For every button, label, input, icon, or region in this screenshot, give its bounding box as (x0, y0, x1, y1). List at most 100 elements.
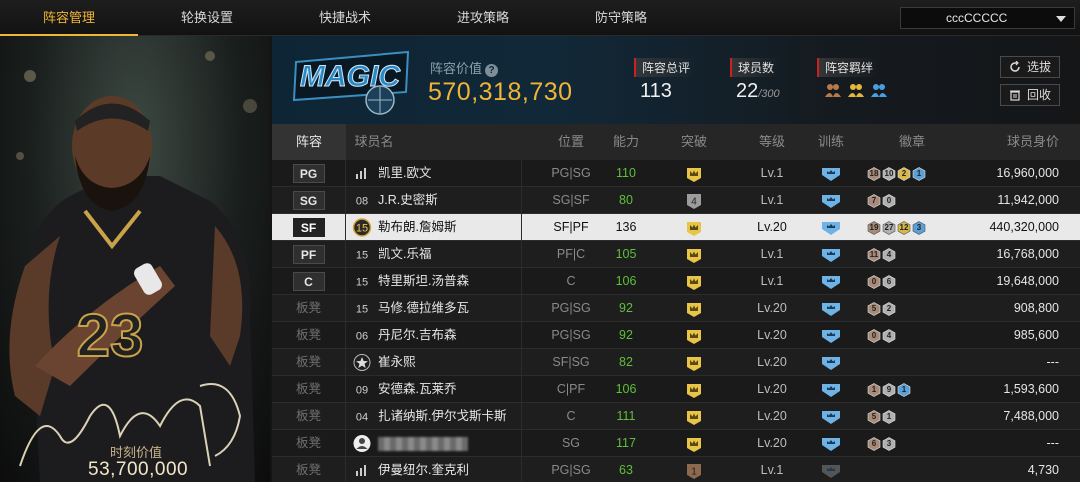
jersey-number: 15 (356, 277, 368, 289)
badges-cell[interactable] (867, 349, 957, 376)
training-cell[interactable] (802, 160, 860, 187)
badges-cell[interactable]: 19 27 12 3 (867, 214, 957, 241)
table-row[interactable]: C 15 特里斯坦.汤普森 C 106 Lv.1 0 6 19,648,000 (272, 268, 1080, 295)
lineup-slot[interactable]: PF (272, 241, 346, 268)
table-row[interactable]: PF 15 凯文.乐福 PF|C 105 Lv.1 11 4 16,768,000 (272, 241, 1080, 268)
bond-gold-icon[interactable] (847, 82, 865, 98)
help-icon[interactable]: ? (485, 64, 499, 77)
lineup-slot[interactable]: C (272, 268, 346, 295)
lineup-slot[interactable]: 板凳 (272, 322, 346, 349)
player-name[interactable]: J.R.史密斯 (378, 187, 522, 214)
bond-blue-icon[interactable] (870, 82, 888, 98)
badges-cell[interactable]: 11 4 (867, 241, 957, 268)
player-name[interactable]: 勒布朗.詹姆斯 (378, 214, 522, 241)
lineup-slot[interactable]: SG (272, 187, 346, 214)
account-select[interactable]: cccCCCCC (900, 7, 1075, 29)
training-cell[interactable] (802, 376, 860, 403)
table-row[interactable]: 板凳 09 安德森.瓦莱乔 C|PF 106 Lv.20 1 9 1 1,593,600 (272, 376, 1080, 403)
breakthrough-cell[interactable]: 1 (660, 457, 728, 482)
chevron-down-icon (1056, 16, 1066, 22)
lineup-slot[interactable]: 板凳 (272, 349, 346, 376)
lineup-slot[interactable]: 板凳 (272, 430, 346, 457)
breakthrough-cell[interactable] (660, 241, 728, 268)
breakthrough-level-icon: 1 (687, 463, 701, 479)
training-cell[interactable] (802, 430, 860, 457)
breakthrough-cell[interactable] (660, 160, 728, 187)
badges-cell[interactable]: 191 (867, 376, 957, 403)
player-name[interactable]: 丹尼尔.吉布森 (378, 322, 522, 349)
training-cell[interactable] (802, 457, 860, 482)
training-cell[interactable] (802, 241, 860, 268)
featured-player-card[interactable]: 23 时刻价值 53,700,000 (0, 36, 270, 482)
table-header: 阵容 球员名 位置 能力 突破 等级 训练 徽章 球员身价 (272, 124, 1080, 160)
lineup-slot[interactable]: 板凳 (272, 376, 346, 403)
lineup-slot[interactable]: SF (272, 214, 346, 241)
player-name[interactable]: 崔永熙 (378, 349, 522, 376)
col-breakthrough[interactable]: 突破 (660, 124, 728, 160)
player-name[interactable]: 凯文.乐福 (378, 241, 522, 268)
breakthrough-cell[interactable] (660, 268, 728, 295)
crown-icon (687, 221, 701, 236)
training-cell[interactable] (802, 214, 860, 241)
player-name[interactable]: 特里斯坦.汤普森 (378, 268, 522, 295)
tab-rotation[interactable]: 轮换设置 (138, 0, 276, 36)
col-training[interactable]: 训练 (802, 124, 860, 160)
breakthrough-cell[interactable] (660, 214, 728, 241)
player-name[interactable] (378, 430, 522, 457)
table-row[interactable]: PG 凯里.欧文 PG|SG 110 Lv.1 18 10 2 1 16,960,000 (272, 160, 1080, 187)
lineup-slot[interactable]: 板凳 (272, 295, 346, 322)
lineup-slot[interactable]: 板凳 (272, 403, 346, 430)
lineup-slot[interactable]: 板凳 (272, 457, 346, 482)
breakthrough-cell[interactable] (660, 430, 728, 457)
player-name[interactable]: 凯里.欧文 (378, 160, 522, 187)
col-price[interactable]: 球员身价 (972, 124, 1059, 160)
lineup-slot[interactable]: PG (272, 160, 346, 187)
table-row[interactable]: 板凳 15 马修.德拉维多瓦 PG|SG 92 Lv.20 5 2 908,800 (272, 295, 1080, 322)
tab-defense[interactable]: 防守策略 (552, 0, 690, 36)
breakthrough-cell[interactable] (660, 403, 728, 430)
table-row[interactable]: 板凳 04 扎诸纳斯.伊尔戈斯卡斯 C 111 Lv.20 5 1 7,488,000 (272, 403, 1080, 430)
training-cell[interactable] (802, 268, 860, 295)
badge-hex-icon: 9 (882, 382, 896, 397)
breakthrough-cell[interactable] (660, 322, 728, 349)
col-lineup[interactable]: 阵容 (272, 124, 346, 160)
tab-quick-tactics[interactable]: 快捷战术 (276, 0, 414, 36)
select-button[interactable]: 选拔 (1000, 56, 1060, 78)
player-price: 908,800 (1013, 301, 1059, 315)
player-name[interactable]: 伊曼纽尔.奎克利 (378, 457, 522, 482)
col-badges[interactable]: 徽章 (867, 124, 957, 160)
badges-cell[interactable]: 04 (867, 322, 957, 349)
badges-cell[interactable]: 18 10 2 1 (867, 160, 957, 187)
badge-hex-icon: 12 (897, 220, 911, 235)
player-name[interactable]: 安德森.瓦莱乔 (378, 376, 522, 403)
badges-cell[interactable]: 52 (867, 295, 957, 322)
breakthrough-cell[interactable] (660, 349, 728, 376)
training-cell[interactable] (802, 295, 860, 322)
badges-cell[interactable]: 06 (867, 268, 957, 295)
badges-cell[interactable]: 70 (867, 187, 957, 214)
player-name[interactable]: 扎诸纳斯.伊尔戈斯卡斯 (378, 403, 522, 430)
table-row[interactable]: SG 08 J.R.史密斯 SG|SF 80 4 Lv.1 7 0 11,942,000 (272, 187, 1080, 214)
breakthrough-cell[interactable] (660, 376, 728, 403)
table-row[interactable]: SF 15 勒布朗.詹姆斯 SF|PF 136 Lv.20 19 27 12 3 440,320,0… (272, 214, 1080, 241)
table-row[interactable]: 板凳 06 丹尼尔.吉布森 PG|SG 92 Lv.20 0 4 985,600 (272, 322, 1080, 349)
training-cell[interactable] (802, 187, 860, 214)
badges-cell[interactable]: 63 (867, 430, 957, 457)
bond-bronze-icon[interactable] (824, 82, 842, 98)
tab-offense[interactable]: 进攻策略 (414, 0, 552, 36)
breakthrough-cell[interactable] (660, 295, 728, 322)
training-cell[interactable] (802, 349, 860, 376)
training-cell[interactable] (802, 403, 860, 430)
breakthrough-cell[interactable]: 4 (660, 187, 728, 214)
table-row[interactable]: 板凳 崔永熙 SF|SG 82 Lv.20 --- (272, 349, 1080, 376)
badges-cell[interactable]: 51 (867, 403, 957, 430)
col-ability[interactable]: 能力 (590, 124, 662, 160)
table-row[interactable]: 板凳 SG 117 Lv.20 6 3 --- (272, 430, 1080, 457)
recycle-button[interactable]: 回收 (1000, 84, 1060, 106)
tab-lineup[interactable]: 阵容管理 (0, 0, 138, 36)
player-name[interactable]: 马修.德拉维多瓦 (378, 295, 522, 322)
training-cell[interactable] (802, 322, 860, 349)
badges-cell[interactable] (867, 457, 957, 482)
table-row[interactable]: 板凳 伊曼纽尔.奎克利 PG|SG 63 1 Lv.1 4,730 (272, 457, 1080, 482)
col-name[interactable]: 球员名 (354, 124, 394, 160)
